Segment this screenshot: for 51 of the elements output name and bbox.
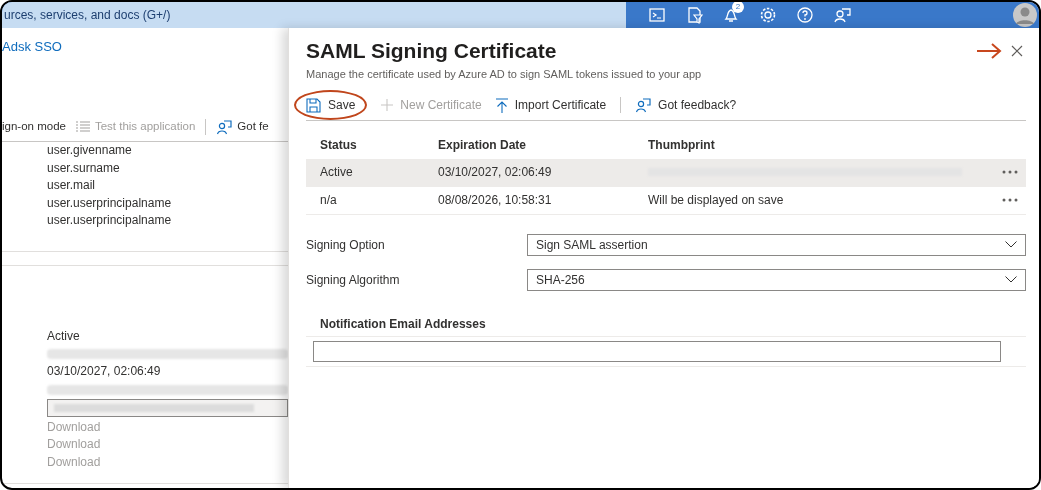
more-icon [1002, 198, 1018, 202]
column-header: Thumbprint [648, 136, 716, 154]
column-header: Expiration Date [438, 136, 528, 154]
notification-badge: 2 [732, 2, 744, 13]
help-icon[interactable] [796, 6, 814, 24]
table-cell-text: 03/10/2027, 02:06:49 [438, 164, 553, 181]
dropdown[interactable]: Sign SAML assertion [527, 233, 1026, 256]
attribute-value: user.mail [47, 177, 97, 194]
dropdown[interactable]: SHA-256 [527, 268, 1026, 291]
toolbar-button[interactable]: Got feedback? [635, 96, 737, 114]
annotation-arrow [976, 43, 1002, 59]
app-title[interactable]: Adsk SSO [2, 28, 288, 112]
toolbar-button[interactable]: ign-on mode [2, 117, 66, 136]
filter-icon[interactable] [685, 6, 703, 24]
list-icon [75, 120, 90, 133]
toolbar-button[interactable]: Got fe [216, 117, 269, 136]
upload-icon [495, 97, 508, 113]
attribute-value: user.userprincipalname [47, 194, 173, 212]
column-header: Status [319, 136, 358, 154]
attribute-value: user.surname [47, 159, 121, 177]
blade-subtitle: Manage the certificate used by Azure AD to sign SAML tokens issued to your app [306, 67, 703, 82]
more-icon [1002, 170, 1018, 174]
blade-title: SAML Signing Certificate [306, 38, 558, 64]
avatar-icon[interactable] [1013, 3, 1037, 27]
email-input[interactable] [313, 340, 1001, 362]
save-icon [306, 97, 321, 113]
terminal-icon[interactable] [648, 6, 666, 24]
feedback-icon [635, 97, 652, 113]
search-field[interactable]: urces, services, and docs (G+/) [2, 2, 626, 28]
close-icon [1011, 45, 1023, 57]
toolbar-button[interactable]: Import Certificate [495, 96, 607, 114]
settings-icon[interactable] [759, 6, 777, 24]
field-label: Signing Algorithm [306, 271, 401, 289]
chevron-down-icon [1005, 241, 1017, 248]
table-cell-text: 08/08/2026, 10:58:31 [438, 192, 553, 209]
attribute-value: user.givenname [47, 142, 133, 159]
expiration-text: 03/10/2027, 02:06:49 [47, 363, 162, 380]
field-label: Signing Option [306, 236, 386, 254]
table-row[interactable]: Active 03/10/2027, 02:06:49 [306, 158, 1026, 187]
table-row[interactable]: n/a 08/08/2026, 10:58:31 Will be displayed on save [306, 186, 1026, 215]
toolbar-button[interactable]: Save [294, 90, 368, 120]
plus-icon [381, 99, 394, 111]
table-cell-text: n/a [319, 192, 338, 209]
status-text: Active [47, 327, 81, 345]
attribute-value: user.userprincipalname [47, 212, 173, 229]
chevron-down-icon [1005, 276, 1017, 283]
section-header: Notification Email Addresses [306, 314, 1026, 337]
table-cell-text: Active [319, 164, 354, 181]
feedback-icon [216, 118, 233, 135]
table-cell-text: Will be displayed on save [648, 192, 785, 209]
feedback-icon[interactable] [833, 6, 851, 24]
